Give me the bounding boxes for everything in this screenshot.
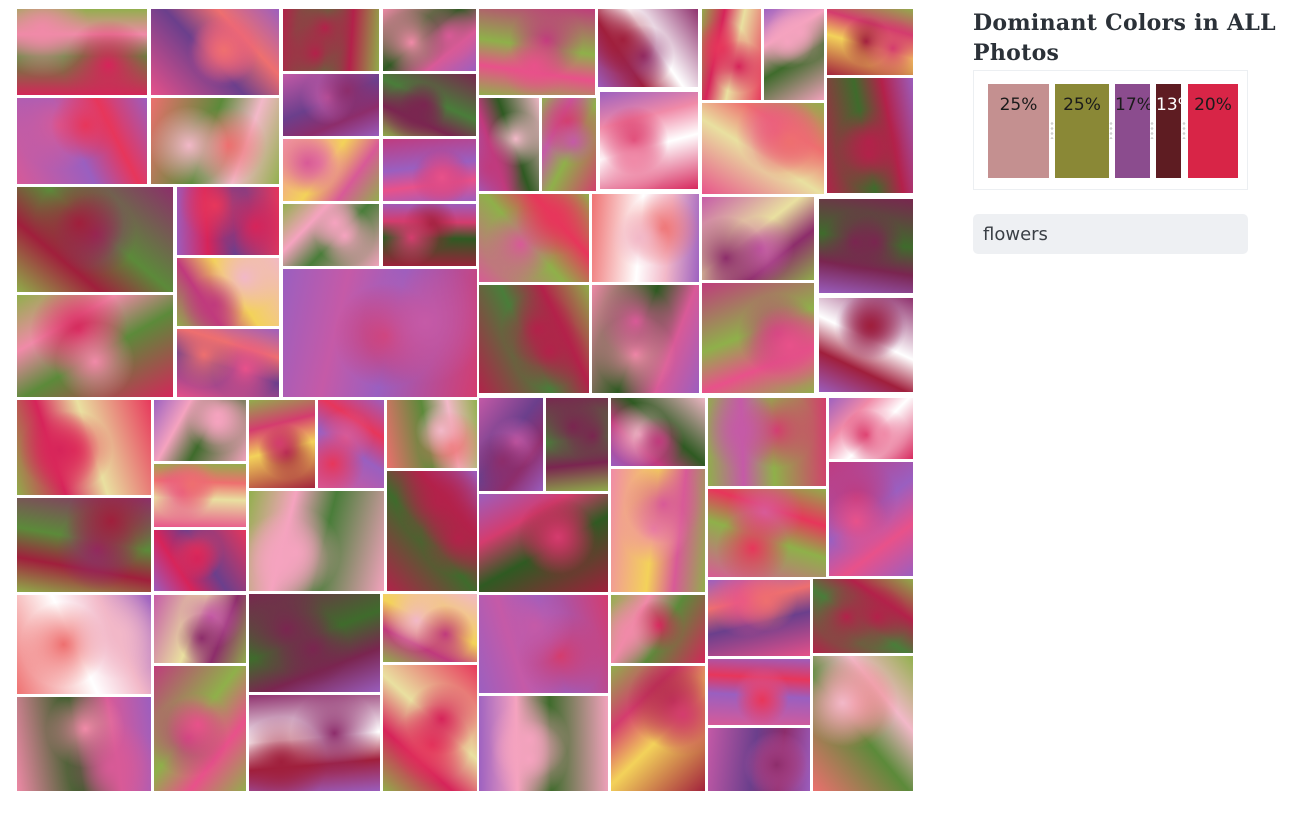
photo-thumbnail[interactable] <box>811 577 915 655</box>
color-swatch-1[interactable]: 25% <box>988 84 1049 178</box>
resize-handle-icon[interactable] <box>1109 121 1113 139</box>
resize-handle-icon[interactable] <box>1150 121 1154 139</box>
photo-thumbnail[interactable] <box>381 663 479 793</box>
photo-thumbnail[interactable] <box>811 654 915 793</box>
photo-thumbnail[interactable] <box>477 593 610 695</box>
photo-thumbnail[interactable] <box>540 96 598 193</box>
color-swatch-2[interactable]: 25% <box>1055 84 1109 178</box>
photo-thumbnail[interactable] <box>609 593 707 665</box>
photo-thumbnail[interactable] <box>477 694 610 793</box>
photo-thumbnail[interactable] <box>281 72 381 138</box>
swatch-percent: 13% <box>1156 95 1181 115</box>
swatch-percent: 20% <box>1194 95 1232 115</box>
photo-thumbnail[interactable] <box>477 7 597 97</box>
photo-thumbnail[interactable] <box>381 7 478 73</box>
photo-thumbnail[interactable] <box>609 467 707 594</box>
photo-thumbnail[interactable] <box>700 7 763 102</box>
photo-thumbnail[interactable] <box>152 462 248 529</box>
photo-thumbnail[interactable] <box>381 202 478 268</box>
photo-thumbnail[interactable] <box>15 398 153 497</box>
photo-thumbnail[interactable] <box>706 578 812 658</box>
photo-thumbnail[interactable] <box>15 185 175 294</box>
resize-handle-icon[interactable] <box>1050 121 1054 139</box>
photo-thumbnail[interactable] <box>152 664 248 793</box>
photo-thumbnail[interactable] <box>385 398 479 470</box>
photo-thumbnail[interactable] <box>817 197 915 295</box>
photo-thumbnail[interactable] <box>477 396 545 493</box>
photo-thumbnail[interactable] <box>825 7 915 77</box>
photo-thumbnail[interactable] <box>281 267 479 399</box>
photo-thumbnail[interactable] <box>175 185 281 257</box>
photo-thumbnail[interactable] <box>477 96 541 193</box>
photo-thumbnail[interactable] <box>385 469 479 593</box>
photo-thumbnail[interactable] <box>477 192 591 284</box>
photo-thumbnail[interactable] <box>590 192 701 284</box>
photo-thumbnail[interactable] <box>706 726 812 793</box>
photo-thumbnail[interactable] <box>175 327 281 399</box>
photo-thumbnail[interactable] <box>700 281 816 395</box>
photo-thumbnail[interactable] <box>609 664 707 793</box>
swatch-percent: 25% <box>1063 95 1101 115</box>
photo-thumbnail[interactable] <box>598 90 700 191</box>
photo-thumbnail[interactable] <box>15 593 153 696</box>
photo-thumbnail[interactable] <box>15 496 153 594</box>
photo-thumbnail[interactable] <box>706 487 828 579</box>
photo-thumbnail[interactable] <box>152 593 248 665</box>
color-swatch-3[interactable]: 17% <box>1115 84 1150 178</box>
photo-thumbnail[interactable] <box>15 293 175 399</box>
photo-thumbnail[interactable] <box>281 202 381 268</box>
photo-thumbnail[interactable] <box>825 76 915 195</box>
photo-thumbnail[interactable] <box>609 396 707 468</box>
color-swatch-4[interactable]: 13% <box>1156 84 1181 178</box>
photo-thumbnail[interactable] <box>152 398 248 463</box>
search-input[interactable] <box>973 214 1248 254</box>
photo-thumbnail[interactable] <box>175 256 281 328</box>
photo-thumbnail[interactable] <box>247 693 382 793</box>
photo-thumbnail[interactable] <box>15 695 153 793</box>
photo-thumbnail[interactable] <box>590 283 701 395</box>
photo-thumbnail[interactable] <box>477 283 591 395</box>
photo-thumbnail[interactable] <box>381 592 479 664</box>
resize-handle-icon[interactable] <box>1182 121 1186 139</box>
photo-thumbnail[interactable] <box>706 396 828 488</box>
photo-thumbnail[interactable] <box>247 489 386 593</box>
color-palette: 25% 25% 17% 13% 20% <box>973 70 1248 190</box>
panel-title: Dominant Colors in ALL Photos <box>973 10 1276 66</box>
photo-thumbnail[interactable] <box>15 7 149 97</box>
photo-thumbnail[interactable] <box>281 7 381 73</box>
photo-thumbnail[interactable] <box>15 96 149 186</box>
photo-thumbnail[interactable] <box>149 96 281 186</box>
photo-thumbnail[interactable] <box>706 657 812 727</box>
sidebar: Dominant Colors in ALL Photos 25% 25% 17… <box>973 8 1290 254</box>
photo-thumbnail[interactable] <box>316 398 386 490</box>
color-swatch-5[interactable]: 20% <box>1188 84 1238 178</box>
photo-mosaic <box>0 0 930 821</box>
photo-thumbnail[interactable] <box>381 72 478 138</box>
swatch-percent: 17% <box>1115 95 1150 115</box>
photo-thumbnail[interactable] <box>149 7 281 97</box>
photo-thumbnail[interactable] <box>381 137 478 203</box>
photo-thumbnail[interactable] <box>477 492 610 594</box>
swatch-percent: 25% <box>999 95 1038 115</box>
photo-thumbnail[interactable] <box>152 528 248 593</box>
photo-thumbnail[interactable] <box>762 7 826 102</box>
photo-thumbnail[interactable] <box>817 296 915 394</box>
photo-thumbnail[interactable] <box>700 195 816 282</box>
photo-thumbnail[interactable] <box>596 7 700 89</box>
photo-thumbnail[interactable] <box>827 396 915 461</box>
photo-thumbnail[interactable] <box>544 396 610 493</box>
photo-thumbnail[interactable] <box>247 592 382 694</box>
photo-thumbnail[interactable] <box>247 398 317 490</box>
photo-thumbnail[interactable] <box>281 137 381 203</box>
photo-thumbnail[interactable] <box>700 101 826 196</box>
photo-thumbnail[interactable] <box>827 460 915 578</box>
